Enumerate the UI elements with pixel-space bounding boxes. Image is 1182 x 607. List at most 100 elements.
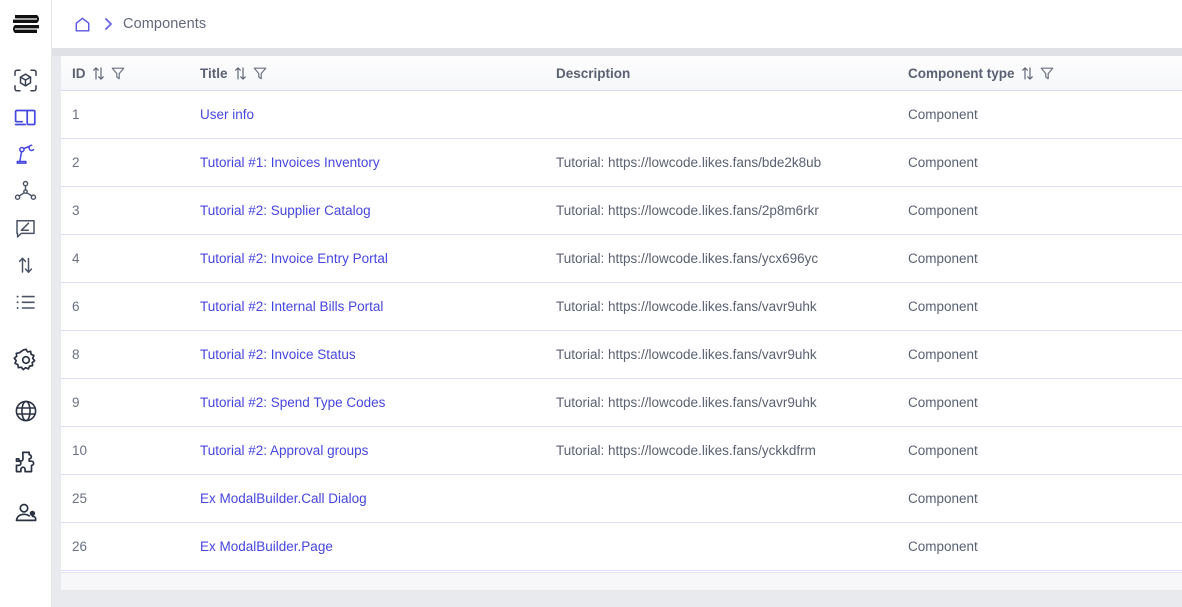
cell-description-text: Tutorial: https://lowcode.likes.fans/ycx… [556,251,818,266]
cell-component-type: Component [897,283,1182,330]
filter-icon[interactable] [111,66,125,80]
cell-title-link-text[interactable]: User info [200,107,254,122]
cell-title-link[interactable]: Ex ModalBuilder.Page [189,523,545,570]
sky-logo-icon [9,13,43,35]
cell-title-link[interactable]: Tutorial #2: Supplier Catalog [189,187,545,234]
cell-component-type: Component [897,235,1182,282]
table-row[interactable]: 6Tutorial #2: Internal Bills PortalTutor… [61,283,1182,331]
filter-icon[interactable] [1040,66,1054,80]
breadcrumb-separator [95,17,123,31]
cell-title-link-text[interactable]: Tutorial #2: Approval groups [200,443,368,458]
filter-icon[interactable] [253,66,267,80]
sidebar-item-integrations[interactable] [0,247,52,284]
cell-title-link-text[interactable]: Tutorial #2: Internal Bills Portal [200,299,383,314]
content-bottom-strip [52,590,1182,607]
puzzle-icon [13,449,39,475]
sort-updown-glyph [234,66,247,81]
funnel-icon [1040,66,1054,80]
cell-title-link[interactable]: Tutorial #2: Approval groups [189,427,545,474]
cell-title-link-text[interactable]: Tutorial #1: Invoices Inventory [200,155,380,170]
transfer-arrows-icon [13,253,38,278]
cell-title-link-text[interactable]: Ex ModalBuilder.Page [200,539,333,554]
cell-id: 9 [61,379,189,426]
cell-title-link[interactable]: Tutorial #2: Internal Bills Portal [189,283,545,330]
column-header-description[interactable]: Description [545,56,897,90]
cell-component-type-text: Component [908,107,978,122]
breadcrumb-current[interactable]: Components [123,16,206,32]
cell-title-link[interactable]: Tutorial #1: Invoices Inventory [189,139,545,186]
sort-updown-icon[interactable] [234,66,247,81]
cell-component-type: Component [897,379,1182,426]
table-row[interactable]: 26Ex ModalBuilder.PageComponent [61,523,1182,571]
app-logo[interactable] [0,0,52,48]
cell-component-type-text: Component [908,443,978,458]
table-row[interactable]: 2Tutorial #1: Invoices InventoryTutorial… [61,139,1182,187]
grid-rows: 1User infoComponent2Tutorial #1: Invoice… [61,91,1182,572]
sidebar-item-users[interactable] [0,494,52,531]
grid-footer [61,572,1182,590]
table-row[interactable]: 1 User info Component [61,91,1182,139]
column-header-id-label[interactable]: ID [72,66,86,81]
column-header-title-label[interactable]: Title [200,66,228,81]
sort-updown-icon[interactable] [1021,66,1034,81]
cell-id-text: 10 [72,443,87,458]
cell-id-text: 26 [72,539,87,554]
cell-title-link-text[interactable]: Tutorial #2: Supplier Catalog [200,203,371,218]
cell-description: Tutorial: https://lowcode.likes.fans/vav… [545,331,897,378]
cell-id: 8 [61,331,189,378]
content-surface: ID [52,48,1182,607]
cell-title-link-text[interactable]: Ex ModalBuilder.Call Dialog [200,491,367,506]
table-row[interactable]: 4Tutorial #2: Invoice Entry PortalTutori… [61,235,1182,283]
globe-icon [13,398,39,424]
home-icon [74,16,91,33]
list-icon [13,290,38,315]
cell-title-link[interactable]: User info [189,91,545,138]
table-row[interactable]: 8 Tutorial #2: Invoice Status Tutorial: ht… [61,331,1182,379]
left-sidebar [0,0,52,607]
cell-component-type: Component [897,427,1182,474]
cell-description: Tutorial: https://lowcode.likes.fans/yck… [545,427,897,474]
cell-title-link[interactable]: Tutorial #2: Spend Type Codes [189,379,545,426]
cell-title-link-text[interactable]: Tutorial #2: Spend Type Codes [200,395,385,410]
main-area: Components ID [52,0,1182,607]
sidebar-item-interfaces[interactable] [0,99,52,136]
cell-id: 26 [61,523,189,570]
table-row[interactable]: 25Ex ModalBuilder.Call DialogComponent [61,475,1182,523]
user-add-icon [13,500,39,526]
cell-title-link[interactable]: Tutorial #2: Invoice Entry Portal [189,235,545,282]
cell-component-type: Component [897,139,1182,186]
table-row[interactable]: 10 Tutorial #2: Approval groups Tutorial: … [61,427,1182,475]
breadcrumb-home-link[interactable] [70,14,95,35]
cell-title-link[interactable]: Tutorial #2: Invoice Status [189,331,545,378]
sidebar-item-extensions[interactable] [0,443,52,480]
breadcrumb: Components [70,14,206,35]
sidebar-item-models[interactable] [0,62,52,99]
column-header-description-label[interactable]: Description [556,66,630,81]
grid-header-row: ID [61,56,1182,91]
column-header-component-type-label[interactable]: Component type [908,66,1015,81]
sidebar-item-registers[interactable] [0,284,52,321]
column-header-id[interactable]: ID [61,56,189,90]
sidebar-item-automation[interactable] [0,136,52,173]
cell-component-type: Component [897,331,1182,378]
table-row[interactable]: 3Tutorial #2: Supplier CatalogTutorial: … [61,187,1182,235]
column-header-title[interactable]: Title [189,56,545,90]
cell-id-text: 25 [72,491,87,506]
table-row[interactable]: 9Tutorial #2: Spend Type CodesTutorial: … [61,379,1182,427]
sidebar-item-localization[interactable] [0,392,52,429]
cell-description-text: Tutorial: https://lowcode.likes.fans/vav… [556,347,817,362]
sidebar-item-settings[interactable] [0,341,52,378]
cube-scan-icon [13,68,38,93]
chevron-right-icon [103,17,114,31]
sidebar-item-processes[interactable] [0,173,52,210]
cell-title-link[interactable]: Ex ModalBuilder.Call Dialog [189,475,545,522]
cell-title-link-text[interactable]: Tutorial #2: Invoice Status [200,347,356,362]
app-root: Components ID [0,0,1182,607]
funnel-icon [111,66,125,80]
sort-updown-icon[interactable] [92,66,105,81]
cell-component-type-text: Component [908,155,978,170]
column-header-component-type[interactable]: Component type [897,56,1182,90]
sidebar-item-messages[interactable] [0,210,52,247]
cell-id: 1 [61,91,189,138]
cell-title-link-text[interactable]: Tutorial #2: Invoice Entry Portal [200,251,388,266]
